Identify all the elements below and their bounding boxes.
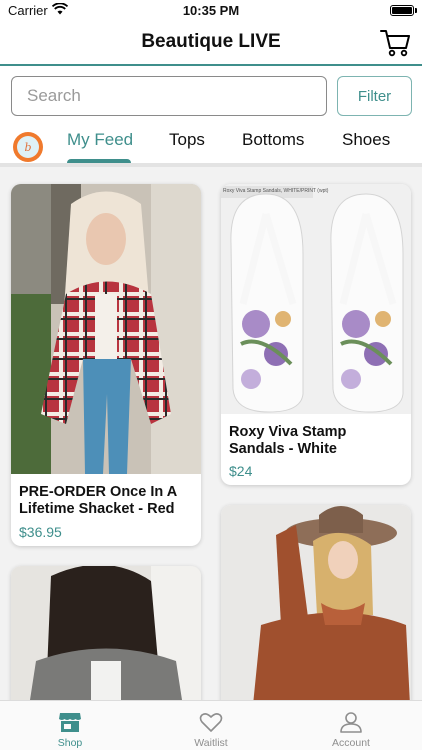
product-card[interactable]: [221, 505, 411, 700]
bottom-tab-bar: Shop Waitlist Account: [0, 700, 422, 750]
battery-icon: [390, 5, 414, 16]
store-logo[interactable]: b: [13, 132, 43, 162]
category-tabs: b My Feed Tops Bottoms Shoes: [0, 124, 422, 166]
product-image: [11, 566, 201, 700]
tab-tops[interactable]: Tops: [169, 130, 205, 150]
product-card[interactable]: Roxy Viva Stamp Sandals, WHITE/PRINT (wp…: [221, 184, 411, 485]
tab-shoes[interactable]: Shoes: [342, 130, 390, 150]
heart-icon: [199, 713, 223, 732]
nav-bar: Beautique LIVE: [0, 22, 422, 66]
tab-my-feed[interactable]: My Feed: [67, 130, 133, 150]
product-name: PRE-ORDER Once In A Lifetime Shacket - R…: [19, 484, 177, 517]
shop-icon: [59, 713, 81, 732]
tab-account-label: Account: [332, 737, 370, 749]
search-input[interactable]: [11, 76, 327, 116]
product-card[interactable]: [11, 566, 201, 700]
product-name: Roxy Viva Stamp Sandals - White: [229, 424, 347, 457]
image-caption: Roxy Viva Stamp Sandals, WHITE/PRINT (wp…: [223, 188, 329, 194]
status-bar: Carrier 10:35 PM: [0, 0, 422, 22]
product-image: [221, 184, 411, 414]
product-image: [11, 184, 201, 474]
product-card[interactable]: PRE-ORDER Once In A Lifetime Shacket - R…: [11, 184, 201, 546]
tab-waitlist[interactable]: Waitlist: [141, 701, 281, 751]
tab-bottoms[interactable]: Bottoms: [242, 130, 304, 150]
product-feed[interactable]: PRE-ORDER Once In A Lifetime Shacket - R…: [0, 167, 422, 700]
tab-shop-label: Shop: [57, 737, 83, 749]
store-logo-mark: b: [17, 136, 39, 158]
product-price: $36.95: [19, 524, 62, 540]
battery-tip: [415, 8, 417, 13]
app-title: Beautique LIVE: [141, 31, 281, 52]
product-price: $24: [229, 463, 253, 479]
tab-waitlist-label: Waitlist: [194, 737, 228, 749]
clock: 10:35 PM: [182, 3, 240, 18]
product-image: [221, 505, 411, 700]
cart-icon[interactable]: [380, 28, 412, 58]
person-icon: [340, 712, 362, 733]
tab-shop[interactable]: Shop: [0, 701, 140, 751]
tab-account[interactable]: Account: [281, 701, 421, 751]
filter-button[interactable]: Filter: [337, 76, 412, 116]
